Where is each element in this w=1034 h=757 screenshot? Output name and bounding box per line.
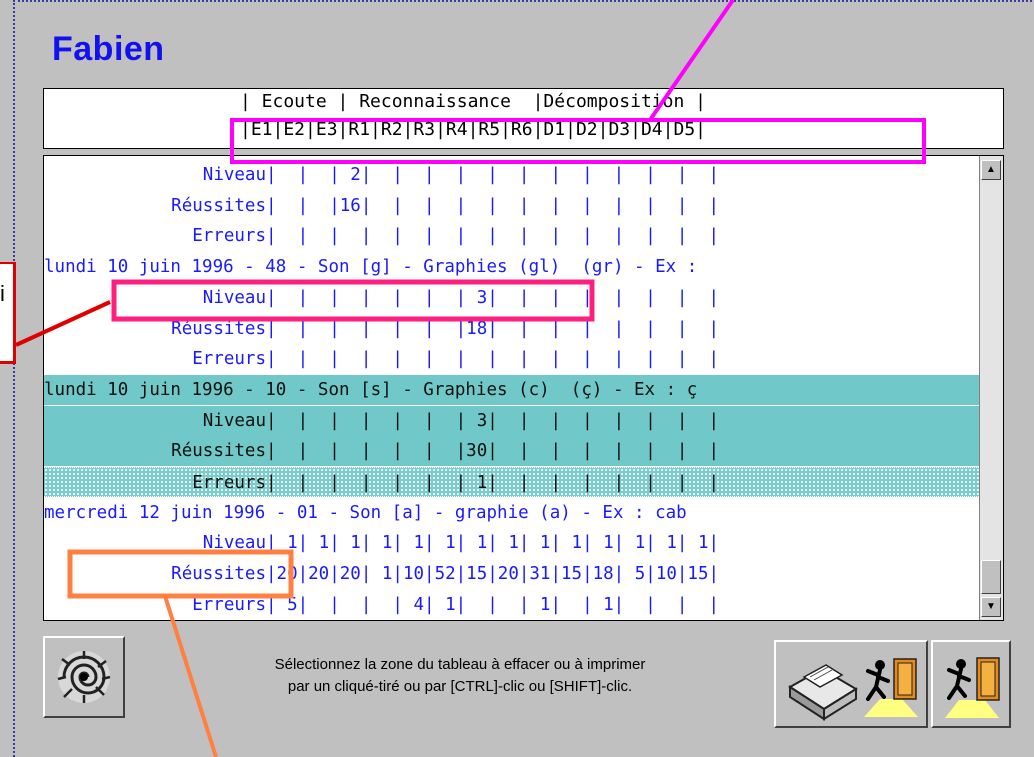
header-columns-row: |E1|E2|E3|R1|R2|R3|R4|R5|R6|D1|D2|D3|D4|…: [240, 119, 706, 140]
table-row[interactable]: Niveau | 1| 1| 1| 1| 1| 1| 1| 1| 1| 1| 1|…: [44, 528, 981, 558]
row-label: Réussites: [171, 195, 266, 216]
row-label: Niveau: [202, 287, 266, 308]
exit-door-icon: [945, 657, 1000, 718]
table-row[interactable]: Réussites | | |16| | | | | | | | | | | |: [44, 191, 981, 221]
erase-button[interactable]: [43, 636, 125, 718]
table-row[interactable]: Réussites |20|20|20| 1|10|52|15|20|31|15|…: [44, 559, 981, 589]
row-cells: | | | 2| | | | | | | | | | | |: [266, 165, 720, 185]
exit-button[interactable]: [931, 640, 1011, 728]
row-label: Réussites: [171, 564, 266, 585]
session-date-row[interactable]: mercredi 12 juin 1996 - 01 - Son [a] - g…: [44, 498, 981, 528]
row-label: Niveau: [202, 165, 266, 185]
arrow-down-icon: ▼: [986, 601, 996, 612]
results-rows[interactable]: Niveau | | | 2| | | | | | | | | | | | Réus…: [44, 156, 981, 620]
table-row[interactable]: Erreurs | 5| | | | 4| 1| | | 1| | 1| | | …: [44, 590, 981, 620]
row-label: Erreurs: [192, 473, 266, 493]
header-groups-row: | Ecoute | Reconnaissance |Décomposition…: [240, 91, 706, 112]
row-label: Niveau: [202, 410, 266, 431]
session-date-row[interactable]: lundi 10 juin 1996 - 48 - Son [g] - Grap…: [44, 252, 981, 282]
instruction-line-1: Sélectionnez la zone du tableau à efface…: [274, 656, 646, 673]
scroll-down-button[interactable]: ▼: [981, 597, 1001, 617]
row-cells: |20|20|20| 1|10|52|15|20|31|15|18| 5|10|…: [266, 564, 720, 585]
table-row[interactable]: Erreurs | | | | | | | 1| | | | | | | |: [44, 467, 981, 497]
row-cells: | 5| | | | 4| 1| | | 1| | 1| | | |: [266, 594, 720, 615]
row-cells: | | | | | | |18| | | | | | | |: [266, 318, 720, 339]
arrow-up-icon: ▲: [986, 164, 996, 175]
table-row[interactable]: Erreurs | | | | | | | | | | | | | | |: [44, 344, 981, 374]
table-row[interactable]: Niveau | | | | | | | 3| | | | | | | |: [44, 283, 981, 313]
row-cells: | 1| 1| 1| 1| 1| 1| 1| 1| 1| 1| 1| 1| 1|…: [266, 533, 720, 554]
row-cells: | | | | | | | 3| | | | | | | |: [266, 410, 720, 431]
table-row[interactable]: Niveau | | | | | | | 3| | | | | | | |: [44, 405, 981, 436]
scroll-up-button[interactable]: ▲: [981, 160, 1001, 180]
table-row[interactable]: Niveau | | | 2| | | | | | | | | | | |: [44, 160, 981, 190]
row-cells: | | | | | | | | | | | | | | |: [266, 349, 720, 370]
session-date-text: lundi 10 juin 1996 - 48 - Son [g] - Grap…: [44, 257, 708, 278]
row-label: Erreurs: [192, 349, 266, 370]
row-label: Réussites: [171, 441, 266, 462]
vertical-scrollbar[interactable]: ▲ ▼: [979, 156, 1003, 620]
row-cells: | | | | | | |30| | | | | | | |: [266, 441, 720, 462]
scroll-thumb[interactable]: [981, 560, 1001, 594]
student-name-title: Fabien: [52, 30, 165, 68]
row-label: Niveau: [202, 533, 266, 554]
instruction-text: Sélectionnez la zone du tableau à efface…: [150, 654, 770, 698]
table-row[interactable]: Erreurs | | | | | | | | | | | | | | |: [44, 221, 981, 251]
instruction-line-2: par un cliqué-tiré ou par [CTRL]-clic ou…: [287, 678, 633, 695]
session-date-row[interactable]: lundi 10 juin 1996 - 10 - Son [s] - Grap…: [44, 374, 981, 405]
row-cells: | | | | | | | 3| | | | | | | |: [266, 287, 720, 308]
red-callout-label: i: [0, 281, 5, 306]
column-header: | Ecoute | Reconnaissance |Décomposition…: [43, 88, 1004, 149]
session-date-text: lundi 10 juin 1996 - 10 - Son [s] - Grap…: [44, 379, 698, 400]
table-row[interactable]: Réussites | | | | | | |30| | | | | | | |: [44, 436, 981, 467]
table-row[interactable]: Réussites | | | | | | |18| | | | | | | |: [44, 314, 981, 344]
row-cells: | | | | | | | | | | | | | | |: [266, 226, 720, 247]
vortex-erase-icon: [57, 651, 111, 703]
row-cells: | | | | | | | 1| | | | | | | |: [266, 473, 720, 493]
row-cells: | | |16| | | | | | | | | | | |: [266, 195, 720, 216]
row-label: Erreurs: [192, 594, 266, 615]
red-callout-box: i: [0, 262, 16, 364]
print-and-exit-button[interactable]: [774, 640, 928, 728]
printer-exit-icon: [788, 658, 918, 721]
row-label: Erreurs: [192, 226, 266, 247]
row-label: Réussites: [171, 318, 266, 339]
results-table[interactable]: Niveau | | | 2| | | | | | | | | | | | Réus…: [43, 155, 1004, 621]
session-date-text: mercredi 12 juin 1996 - 01 - Son [a] - g…: [44, 502, 687, 523]
